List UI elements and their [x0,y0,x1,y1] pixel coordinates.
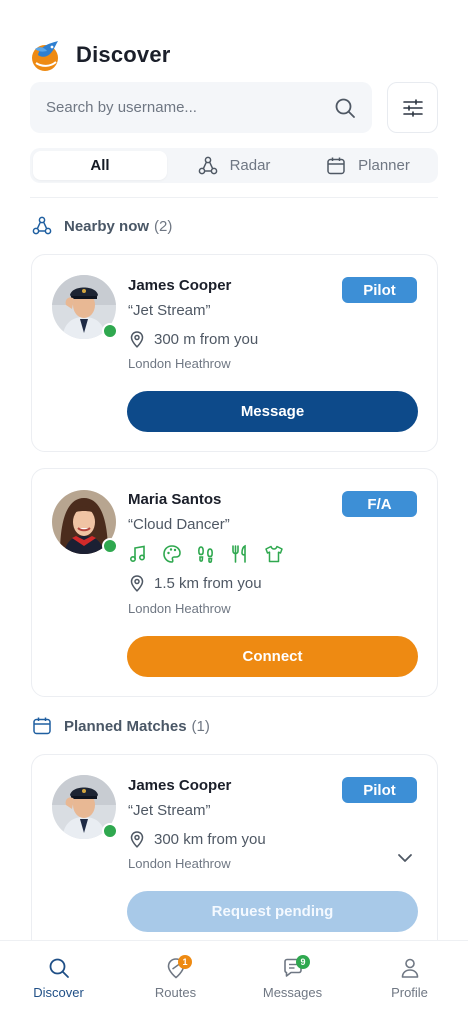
user-name: Maria Santos [128,491,222,508]
nav-label: Discover [33,985,84,1000]
section-count: (2) [154,217,173,235]
connect-button[interactable]: Connect [127,636,418,677]
interest-icons [128,544,284,564]
tab-all-label: All [90,157,110,174]
location-pin-icon [130,831,144,848]
filter-button[interactable] [387,82,438,133]
view-tabs: All Radar Planner [30,148,438,183]
footprints-icon [198,546,213,563]
airport: London Heathrow [128,601,231,616]
bird-logo-icon [32,41,58,71]
nav-routes[interactable]: 1 Routes [117,941,234,1024]
avatar[interactable] [52,775,118,839]
search-bar[interactable] [30,82,372,133]
online-indicator [102,538,118,554]
nav-label: Routes [154,985,197,1000]
location-pin-icon [130,331,144,348]
location-pin-icon [130,575,144,592]
online-indicator [102,323,118,339]
nav-label: Profile [391,985,428,1000]
user-name: James Cooper [128,277,232,294]
routes-badge: 1 [178,955,192,969]
user-icon [401,958,418,978]
distance: 300 m from you [130,331,258,348]
tab-all[interactable]: All [33,151,167,180]
airport: London Heathrow [128,356,231,371]
messages-badge: 9 [296,955,310,969]
request-pending-button[interactable]: Request pending [127,891,418,932]
app-header: Discover [30,36,171,74]
section-title: Nearby now [64,217,150,235]
tab-radar[interactable]: Radar [167,151,301,180]
online-indicator [102,823,118,839]
tab-planner[interactable]: Planner [301,151,435,180]
utensils-icon [232,544,246,563]
role-badge: F/A [342,491,417,517]
search-icon [49,958,69,978]
distance: 300 km from you [130,831,266,848]
distance-text: 300 km from you [154,831,266,848]
distance-text: 300 m from you [154,331,259,348]
music-icon [129,545,146,563]
message-button[interactable]: Message [127,391,418,432]
divider [30,197,438,198]
bottom-nav: Discover 1 Routes 9 Messages Profile [0,940,468,1024]
airport: London Heathrow [128,856,231,871]
calendar-icon [327,157,345,174]
search-input[interactable] [46,99,334,116]
avatar[interactable] [52,275,118,339]
page-title: Discover [76,42,171,67]
section-title: Planned Matches [64,717,187,735]
avatar[interactable] [52,490,118,554]
user-nickname: “Cloud Dancer” [128,516,230,533]
search-icon[interactable] [334,97,356,119]
palette-icon [163,545,181,563]
tab-planner-label: Planner [358,157,410,174]
distance-text: 1.5 km from you [154,575,262,592]
chevron-down-icon[interactable] [397,853,413,863]
distance: 1.5 km from you [130,575,262,592]
nav-label: Messages [262,985,323,1000]
role-badge: Pilot [342,777,417,803]
user-card[interactable]: James Cooper “Jet Stream” 300 m from you… [31,254,438,452]
user-card[interactable]: Maria Santos “Cloud Dancer” 1.5 km from … [31,468,438,697]
nav-profile[interactable]: Profile [351,941,468,1024]
role-badge: Pilot [342,277,417,303]
user-nickname: “Jet Stream” [128,802,211,819]
sliders-icon [402,98,423,117]
nav-discover[interactable]: Discover [0,941,117,1024]
radar-icon [32,216,52,235]
shirt-icon [265,545,283,563]
calendar-icon [33,717,51,735]
section-count: (1) [191,717,210,735]
planned-section-header: Planned Matches (1) [32,716,210,736]
tab-radar-label: Radar [229,157,271,174]
user-name: James Cooper [128,777,232,794]
nav-messages[interactable]: 9 Messages [234,941,351,1024]
radar-icon [198,156,217,174]
user-nickname: “Jet Stream” [128,302,211,319]
nearby-section-header: Nearby now (2) [32,216,172,236]
